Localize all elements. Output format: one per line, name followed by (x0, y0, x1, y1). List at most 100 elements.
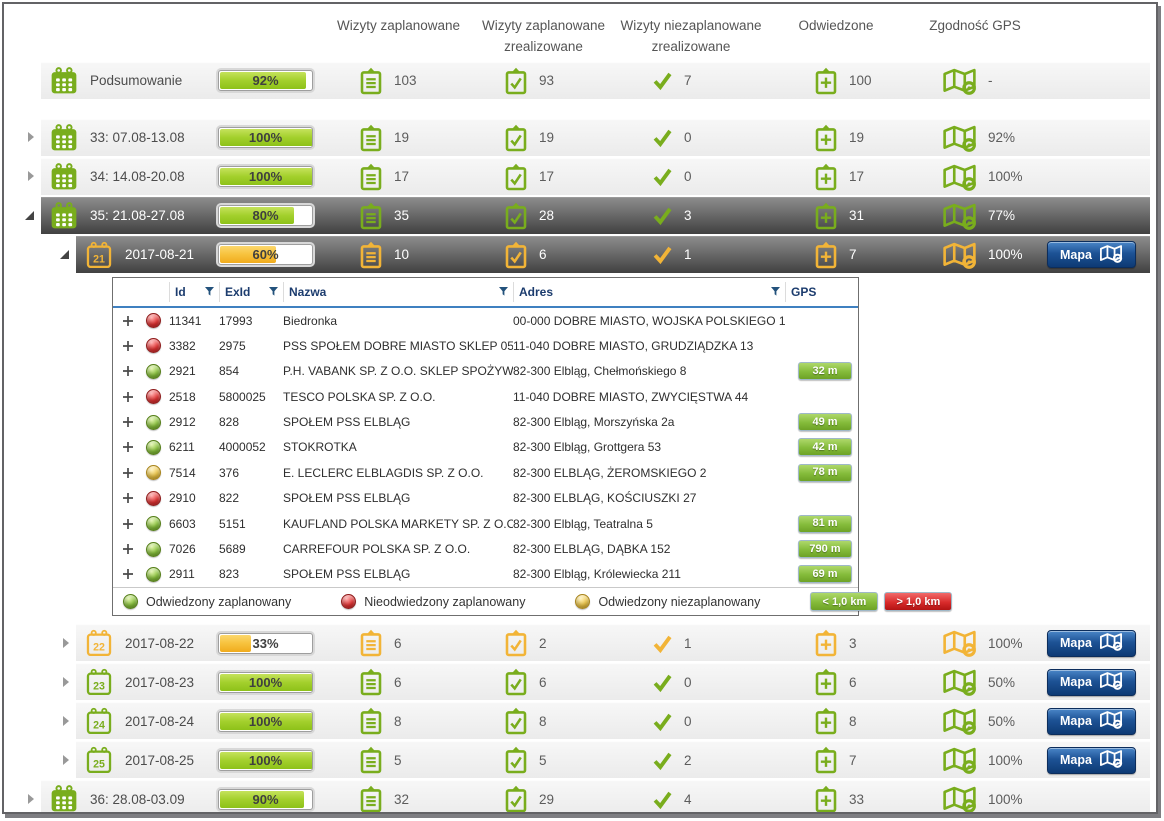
expand-collapsed-icon[interactable] (63, 716, 69, 726)
filter-icon[interactable] (499, 285, 508, 299)
collapse-expanded-icon[interactable] (25, 211, 34, 220)
svg-text:25: 25 (93, 759, 105, 771)
status-circle-icon (146, 313, 161, 328)
expander-zone[interactable] (6, 741, 76, 778)
detail-col-gps[interactable]: GPS (785, 282, 858, 302)
visited-count: 19 (849, 130, 864, 145)
expand-plus-icon[interactable] (113, 568, 143, 580)
expand-plus-icon[interactable] (113, 416, 143, 428)
status-circle-icon (146, 338, 161, 353)
grid-row[interactable]: 33: 07.08-13.08 100% 19 (6, 119, 1150, 156)
filter-icon[interactable] (771, 285, 780, 299)
expand-collapsed-icon[interactable] (63, 638, 69, 648)
grid-row[interactable]: 21 2017-08-21 60% (6, 236, 1150, 273)
expander-zone[interactable] (6, 663, 76, 700)
svg-text:22: 22 (93, 642, 105, 654)
column-header-row: Wizyty zaplanowane Wizyty zaplanowane zr… (41, 14, 1150, 58)
expander-zone[interactable] (6, 702, 76, 739)
expander-zone[interactable] (6, 158, 41, 195)
grid-row[interactable]: 36: 28.08-03.09 90% 32 (6, 780, 1150, 814)
grid-row[interactable]: 35: 21.08-27.08 80% 35 (6, 197, 1150, 234)
grid-row[interactable]: 34: 14.08-20.08 100% 17 (6, 158, 1150, 195)
detail-row[interactable]: 3382 2975 PSS SPOŁEM DOBRE MIASTO SKLEP … (113, 333, 858, 358)
detail-row[interactable]: 7026 5689 CARREFOUR POLSKA SP. Z O.O. 82… (113, 536, 858, 561)
detail-row[interactable]: 2910 822 SPOŁEM PSS ELBLĄG 82-300 ELBLĄG… (113, 486, 858, 511)
gps-distance-badge: 78 m (798, 464, 852, 482)
expander-zone[interactable] (6, 780, 41, 814)
expand-plus-icon[interactable] (113, 391, 143, 403)
expand-plus-icon[interactable] (113, 467, 143, 479)
detail-row[interactable]: 7514 376 E. LECLERC ELBLAGDIS SP. Z O.O.… (113, 460, 858, 485)
detail-address: 82-300 Elbląg, Grottgera 53 (513, 440, 785, 454)
mapa-button[interactable]: Mapa (1047, 669, 1136, 696)
progress-label: 100% (219, 712, 312, 731)
detail-exid: 17993 (219, 314, 283, 328)
detail-header-row: Id ExId Nazwa Adres GPS (113, 278, 858, 308)
clipboard-lines-icon (359, 707, 383, 735)
expand-plus-icon[interactable] (113, 543, 143, 555)
detail-row[interactable]: 11341 17993 Biedronka 00-000 DOBRE MIAST… (113, 308, 858, 333)
detail-id: 6603 (169, 517, 219, 531)
planned-count: 5 (394, 753, 402, 768)
detail-row[interactable]: 2911 823 SPOŁEM PSS ELBLĄG 82-300 Elbląg… (113, 562, 858, 587)
expander-zone[interactable] (6, 119, 41, 156)
calendar-day-icon: 23 (84, 667, 114, 697)
detail-exid: 828 (219, 415, 283, 429)
expand-plus-icon[interactable] (113, 315, 143, 327)
mapa-button[interactable]: Mapa (1047, 708, 1136, 735)
expander-zone[interactable] (6, 236, 76, 273)
clipboard-check-icon (504, 67, 528, 95)
expand-plus-icon[interactable] (113, 340, 143, 352)
mapa-button-label: Mapa (1060, 675, 1092, 689)
expand-collapsed-icon[interactable] (63, 755, 69, 765)
expander-zone[interactable] (6, 197, 41, 234)
clipboard-plus-icon (814, 629, 838, 657)
visited-count: 8 (849, 714, 857, 729)
detail-row[interactable]: 2912 828 SPOŁEM PSS ELBLĄG 82-300 Elbląg… (113, 409, 858, 434)
detail-row[interactable]: 6603 5151 KAUFLAND POLSKA MARKETY SP. Z … (113, 511, 858, 536)
detail-row[interactable]: 2518 5800025 TESCO POLSKA SP. Z O.O. 11-… (113, 384, 858, 409)
detail-col-exid[interactable]: ExId (219, 282, 283, 302)
detail-col-id[interactable]: Id (169, 282, 219, 302)
map-gps-icon (942, 785, 977, 813)
expand-collapsed-icon[interactable] (28, 794, 34, 804)
expander-zone[interactable] (6, 62, 41, 99)
clipboard-check-icon (504, 202, 528, 230)
map-gps-icon (942, 629, 977, 657)
collapse-expanded-icon[interactable] (60, 250, 69, 259)
mapa-button[interactable]: Mapa (1047, 241, 1136, 268)
expander-zone[interactable] (6, 624, 76, 661)
expand-collapsed-icon[interactable] (28, 132, 34, 142)
grid-row[interactable]: Podsumowanie 92% 103 (6, 62, 1150, 99)
detail-address: 11-040 DOBRE MIASTO, ZWYCIĘSTWA 44 (513, 390, 785, 404)
progress-bar: 33% (218, 633, 313, 654)
mapa-button-label: Mapa (1060, 636, 1092, 650)
detail-row[interactable]: 2921 854 P.H. VABANK SP. Z O.O. SKLEP SP… (113, 359, 858, 384)
status-circle-icon (123, 594, 138, 609)
detail-address: 82-300 Elbląg, Teatralna 5 (513, 517, 785, 531)
planned-count: 10 (394, 247, 409, 262)
detail-row[interactable]: 6211 4000052 STOKROTKA 82-300 Elbląg, Gr… (113, 435, 858, 460)
mapa-button[interactable]: Mapa (1047, 747, 1136, 774)
grid-row[interactable]: 24 2017-08-24 100% (6, 702, 1150, 739)
svg-text:23: 23 (93, 681, 105, 693)
detail-col-name[interactable]: Nazwa (283, 282, 513, 302)
filter-icon[interactable] (269, 285, 278, 299)
expand-plus-icon[interactable] (113, 518, 143, 530)
map-icon (1099, 632, 1123, 654)
expand-plus-icon[interactable] (113, 365, 143, 377)
filter-icon[interactable] (205, 285, 214, 299)
status-circle-icon (146, 415, 161, 430)
expand-plus-icon[interactable] (113, 441, 143, 453)
grid-row[interactable]: 23 2017-08-23 100% (6, 663, 1150, 700)
mapa-button[interactable]: Mapa (1047, 630, 1136, 657)
grid-row[interactable]: 25 2017-08-25 100% (6, 741, 1150, 778)
detail-name: E. LECLERC ELBLAGDIS SP. Z O.O. (283, 466, 513, 480)
grid-row[interactable]: 22 2017-08-22 33% (6, 624, 1150, 661)
expand-plus-icon[interactable] (113, 492, 143, 504)
detail-col-address[interactable]: Adres (513, 282, 785, 302)
clipboard-lines-icon (359, 202, 383, 230)
expand-collapsed-icon[interactable] (63, 677, 69, 687)
row-label: 2017-08-25 (125, 753, 194, 768)
expand-collapsed-icon[interactable] (28, 171, 34, 181)
